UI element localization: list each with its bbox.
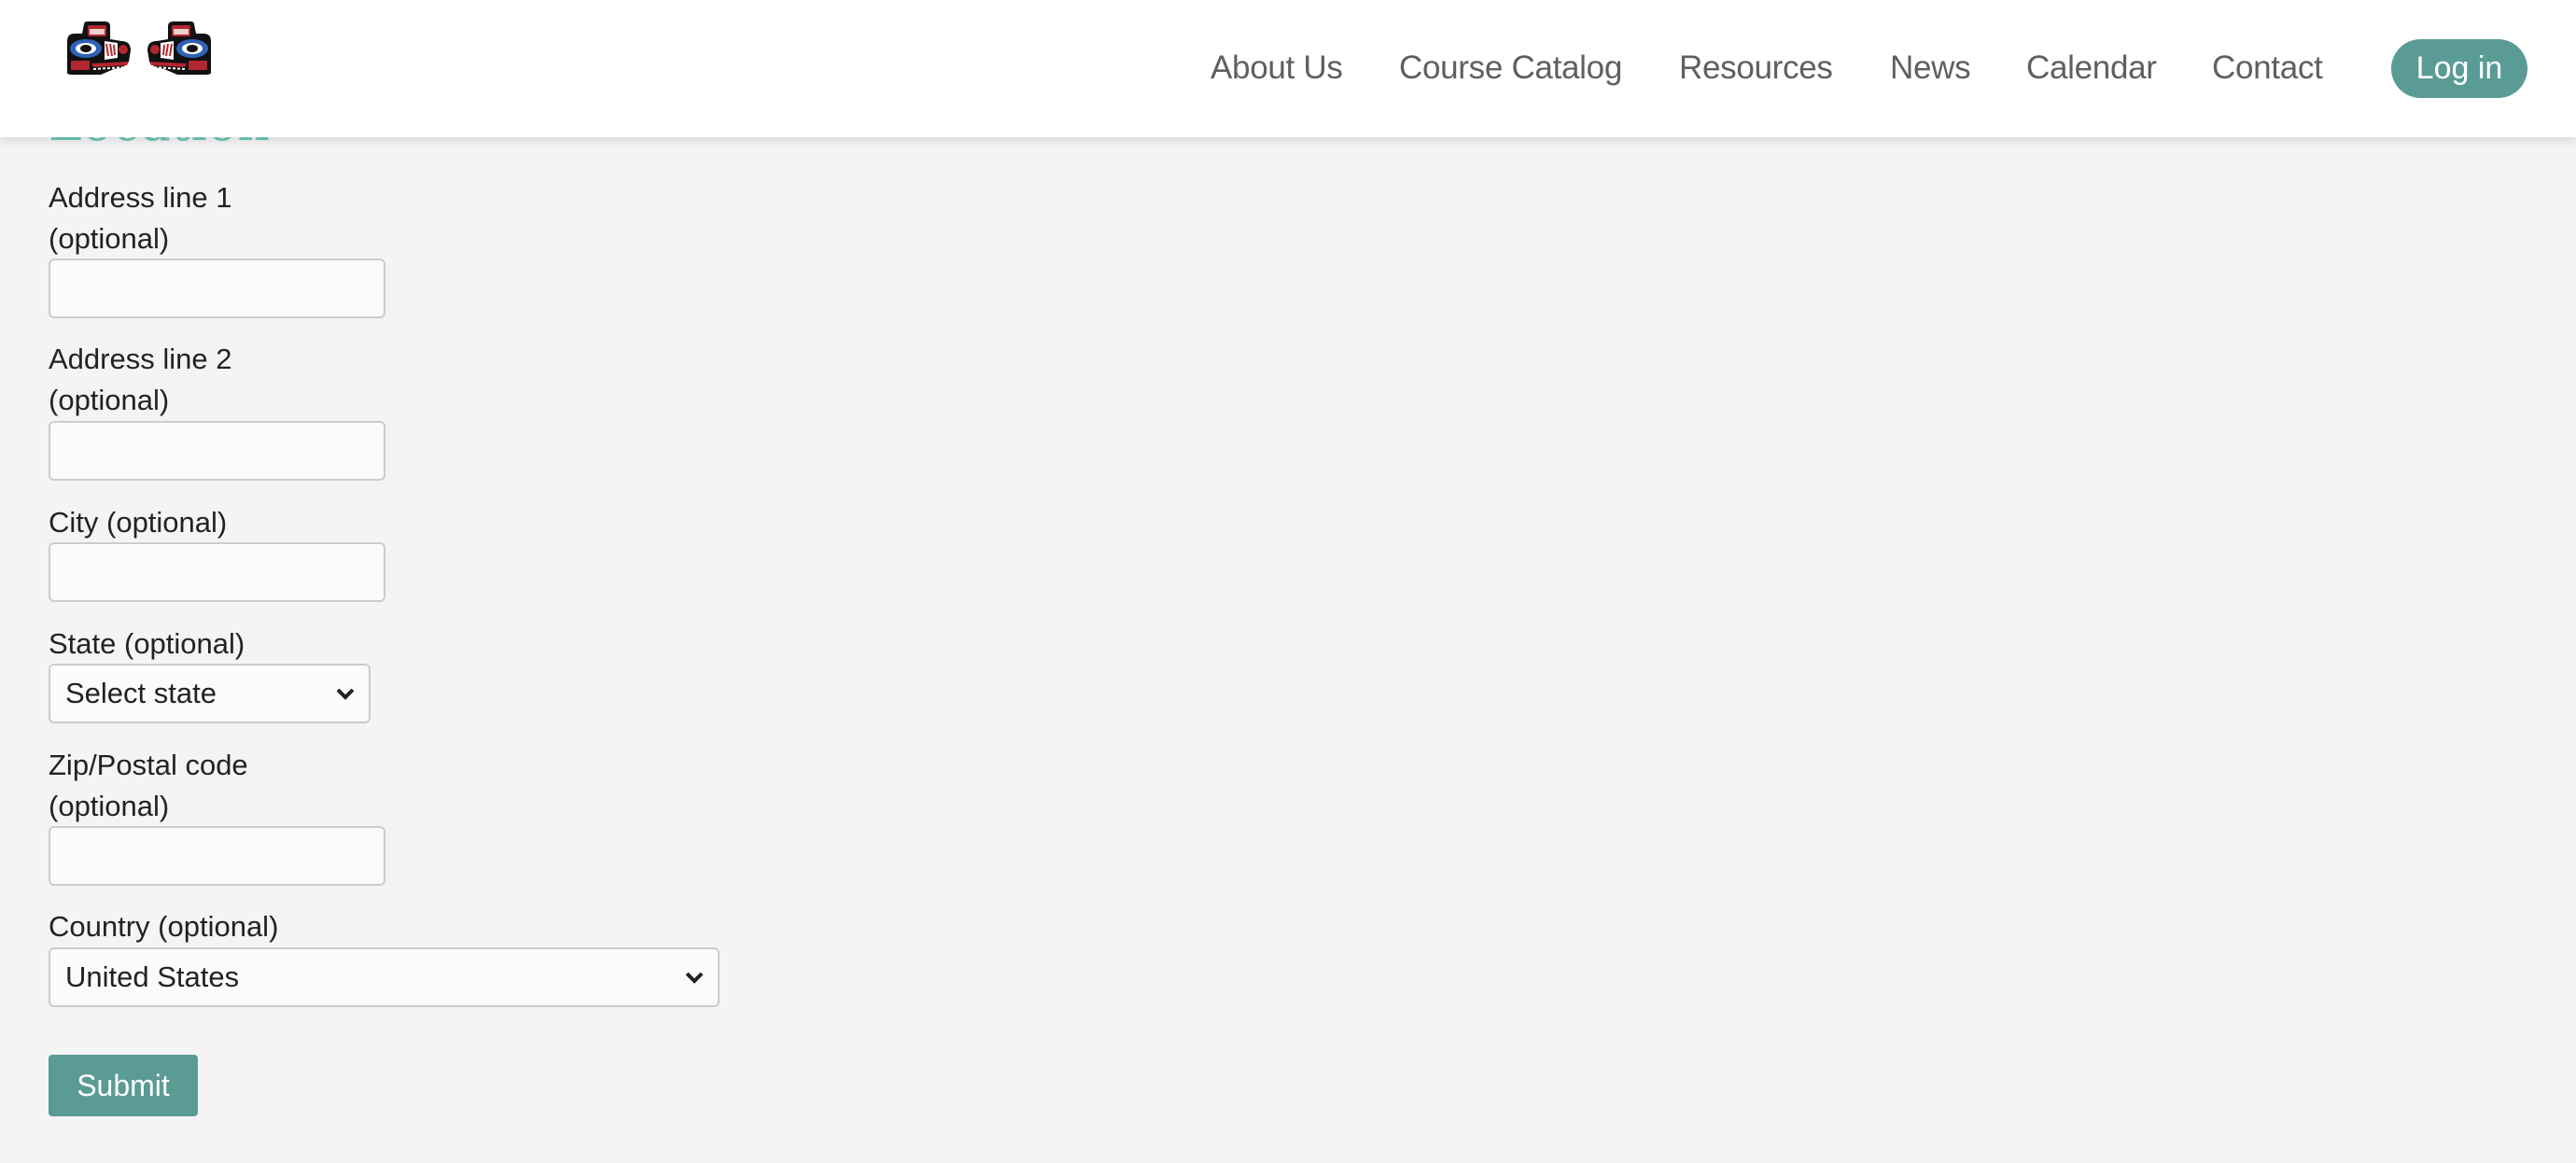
country-select[interactable]: United States	[49, 947, 720, 1007]
state-label: State (optional)	[49, 624, 245, 665]
nav-course-catalog[interactable]: Course Catalog	[1399, 47, 1622, 90]
nav-about-us[interactable]: About Us	[1211, 47, 1343, 90]
country-label: Country (optional)	[49, 906, 278, 947]
login-button[interactable]: Log in	[2391, 39, 2527, 98]
submit-button[interactable]: Submit	[49, 1055, 198, 1116]
label-line: Address line 2	[49, 343, 232, 375]
address-line-2-label: Address line 2 (optional)	[49, 339, 231, 421]
label-line: Country (optional)	[49, 910, 279, 943]
label-line: Address line 1	[49, 181, 232, 214]
site-header: About Us Course Catalog Resources News C…	[0, 0, 2576, 137]
chevron-down-icon	[685, 972, 704, 984]
zip-label: Zip/Postal code (optional)	[49, 745, 248, 827]
country-select-value: United States	[65, 960, 240, 993]
label-line: (optional)	[49, 790, 170, 822]
address-line-1-input[interactable]	[49, 259, 385, 318]
label-line: City (optional)	[49, 506, 228, 539]
label-line: (optional)	[49, 384, 170, 416]
chevron-down-icon	[336, 688, 355, 700]
city-label: City (optional)	[49, 502, 227, 543]
state-select[interactable]: Select state	[49, 664, 371, 723]
nav-resources[interactable]: Resources	[1679, 47, 1833, 90]
zip-input[interactable]	[49, 826, 385, 886]
label-line: State (optional)	[49, 627, 245, 660]
address-line-1-label: Address line 1 (optional)	[49, 177, 231, 259]
address-line-2-input[interactable]	[49, 421, 385, 481]
nav-contact[interactable]: Contact	[2212, 47, 2323, 90]
nav-calendar[interactable]: Calendar	[2026, 47, 2157, 90]
state-select-value: Select state	[65, 677, 217, 709]
main-nav: About Us Course Catalog Resources News C…	[0, 0, 2576, 137]
label-line: Zip/Postal code	[49, 749, 248, 781]
nav-news[interactable]: News	[1890, 47, 1971, 90]
city-input[interactable]	[49, 542, 385, 602]
label-line: (optional)	[49, 222, 170, 255]
